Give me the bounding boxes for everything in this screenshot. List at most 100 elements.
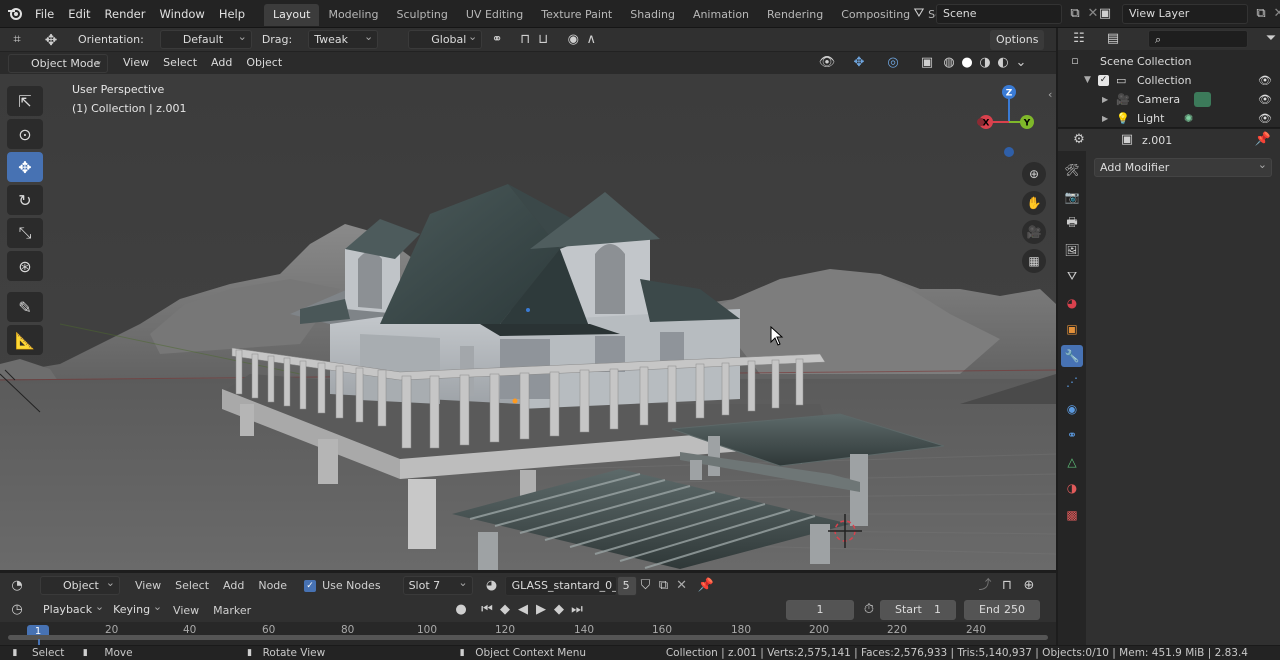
tab-modifier-icon[interactable]: 🔧: [1061, 344, 1083, 367]
scale-tool-icon[interactable]: ⤡: [7, 218, 43, 248]
transform-tool-icon[interactable]: ⊛: [7, 251, 43, 281]
outliner-editor-type-icon[interactable]: ☷: [1070, 30, 1088, 48]
pin-icon[interactable]: 📌: [1254, 131, 1272, 149]
current-frame-field[interactable]: 1: [786, 600, 854, 620]
snap-icon[interactable]: ⊓: [516, 31, 534, 49]
overlay-node-icon[interactable]: ⊕: [1020, 577, 1038, 595]
add-modifier-dropdown[interactable]: Add Modifier: [1094, 156, 1272, 177]
filter-icon[interactable]: ⏷: [1262, 30, 1280, 48]
slot-dropdown[interactable]: Slot 7: [402, 574, 473, 595]
new-material-icon[interactable]: ⧉: [655, 577, 673, 595]
timeline-body[interactable]: 1 20 40 60 80 100 120 140 160 180 200 22…: [0, 622, 1056, 645]
menu-help[interactable]: Help: [212, 0, 252, 28]
tab-sculpting[interactable]: Sculpting: [388, 4, 457, 26]
3d-viewport[interactable]: User Perspective (1) Collection | z.001 …: [0, 74, 1056, 570]
jump-end-icon[interactable]: ⏭: [568, 601, 586, 619]
timer-icon[interactable]: ⏱: [860, 601, 878, 619]
move-tool-button-icon[interactable]: ✥: [7, 152, 43, 182]
snap-node-icon[interactable]: ⊓: [998, 577, 1016, 595]
parent-node-tree-icon[interactable]: ⤴: [976, 577, 994, 595]
play-icon[interactable]: ▶: [532, 601, 550, 619]
scene-field[interactable]: Scene: [936, 4, 1062, 24]
select-tool-icon[interactable]: ⇱: [7, 86, 43, 116]
tab-render-icon[interactable]: 📷: [1061, 186, 1083, 208]
play-reverse-icon[interactable]: ◀: [514, 601, 532, 619]
material-name-field[interactable]: GLASS_stantard_0_6: [504, 575, 617, 596]
proportional-edit-icon[interactable]: ◉: [564, 31, 582, 49]
annotate-tool-icon[interactable]: ✎: [7, 292, 43, 322]
tab-particles-icon[interactable]: ⋰: [1061, 371, 1083, 393]
timeline-menu-view[interactable]: View: [166, 604, 206, 617]
fake-user-icon[interactable]: ⛉: [637, 577, 655, 595]
tab-physics-icon[interactable]: ◉: [1061, 398, 1083, 420]
expand-camera-icon[interactable]: ▶: [1102, 90, 1108, 109]
zoom-icon[interactable]: ⊕: [1022, 162, 1046, 186]
object-mode-dropdown[interactable]: Object Mode: [8, 52, 108, 73]
record-icon[interactable]: ●: [452, 601, 470, 619]
gizmo-toggle-icon[interactable]: ✥: [850, 54, 868, 72]
material-browse-icon[interactable]: ◕: [483, 577, 501, 595]
tab-scene-icon[interactable]: ⛛: [1061, 265, 1083, 287]
tab-compositing[interactable]: Compositing: [832, 4, 919, 26]
timeline-menu-marker[interactable]: Marker: [206, 604, 258, 617]
menu-file[interactable]: File: [28, 0, 61, 28]
cursor-tool-icon[interactable]: ⊙: [7, 119, 43, 149]
timeline-menu-keying[interactable]: Keying: [108, 598, 166, 620]
orientation-dropdown[interactable]: Default: [159, 28, 252, 49]
shading-wireframe-icon[interactable]: ◍: [940, 54, 958, 72]
falloff-icon[interactable]: ∧: [582, 31, 600, 49]
camera-data-icon[interactable]: [1194, 92, 1211, 107]
navigation-gizmo[interactable]: Z Y X: [975, 82, 1045, 162]
expand-light-icon[interactable]: ▶: [1102, 109, 1108, 128]
tab-material-icon[interactable]: ◑: [1061, 477, 1083, 499]
pan-hand-icon[interactable]: ✋: [1022, 191, 1046, 215]
blender-logo-icon[interactable]: [6, 5, 24, 23]
use-nodes-checkbox[interactable]: ✓: [304, 579, 317, 592]
options-button[interactable]: Options: [990, 29, 1045, 50]
expand-collection-icon[interactable]: ▼: [1084, 71, 1091, 90]
end-frame-field[interactable]: End 250: [964, 600, 1040, 620]
camera-view-icon[interactable]: 🎥: [1022, 220, 1046, 244]
viewport-menu-select[interactable]: Select: [156, 52, 204, 74]
shader-menu-select[interactable]: Select: [168, 579, 216, 592]
tab-shading[interactable]: Shading: [621, 4, 684, 26]
outliner-search-field[interactable]: ⌕: [1148, 30, 1248, 48]
viewport-menu-object[interactable]: Object: [239, 52, 289, 74]
tab-texture-paint[interactable]: Texture Paint: [532, 4, 621, 26]
shader-pin-icon[interactable]: 📌: [697, 577, 715, 595]
shader-menu-node[interactable]: Node: [251, 579, 294, 592]
view-layer-selector[interactable]: ▣ View Layer ⧉ ✕: [1096, 4, 1280, 24]
tab-object-icon[interactable]: ▣: [1061, 318, 1083, 340]
outliner-row-collection[interactable]: ▼ ✓ ▭ Collection 👁: [1058, 71, 1280, 90]
light-data-icon[interactable]: ✺: [1184, 109, 1193, 128]
tab-view-layer-icon[interactable]: 🖼: [1061, 239, 1083, 261]
unlink-material-icon[interactable]: ✕: [673, 577, 691, 595]
viewport-menu-view[interactable]: View: [116, 52, 156, 74]
tab-animation[interactable]: Animation: [684, 4, 758, 26]
xray-icon[interactable]: ▣: [918, 54, 936, 72]
shading-solid-icon[interactable]: ●: [958, 54, 976, 72]
move-tool-icon[interactable]: ✥: [42, 31, 60, 49]
outliner-row-light[interactable]: ▶ 💡 Light ✺ 👁: [1058, 109, 1280, 128]
tab-constraints-icon[interactable]: ⚭: [1061, 424, 1083, 446]
rotate-tool-icon[interactable]: ↻: [7, 185, 43, 215]
pivot-point-icon[interactable]: ⚭: [488, 31, 506, 49]
delete-view-layer-icon[interactable]: ✕: [1270, 5, 1280, 23]
measure-tool-icon[interactable]: 📐: [7, 325, 43, 355]
display-mode-icon[interactable]: ▤: [1104, 30, 1122, 48]
next-keyframe-icon[interactable]: ◆: [550, 601, 568, 619]
new-scene-icon[interactable]: ⧉: [1066, 5, 1084, 23]
scene-selector[interactable]: ⛛ Scene ⧉ ✕: [910, 4, 1102, 24]
timeline-scrollbar[interactable]: [8, 635, 1048, 640]
viewport-menu-add[interactable]: Add: [204, 52, 239, 74]
tab-texture-icon[interactable]: ▩: [1061, 504, 1083, 526]
prev-keyframe-icon[interactable]: ◆: [496, 601, 514, 619]
shader-menu-add[interactable]: Add: [216, 579, 251, 592]
shading-material-icon[interactable]: ◑: [976, 54, 994, 72]
outliner-scene-collection[interactable]: ▫ Scene Collection: [1058, 52, 1280, 71]
view-layer-field[interactable]: View Layer: [1122, 4, 1248, 24]
collection-visibility-icon[interactable]: 👁: [1258, 71, 1272, 90]
tab-modeling[interactable]: Modeling: [319, 4, 387, 26]
drag-dropdown[interactable]: Tweak: [308, 28, 379, 49]
menu-window[interactable]: Window: [152, 0, 211, 28]
